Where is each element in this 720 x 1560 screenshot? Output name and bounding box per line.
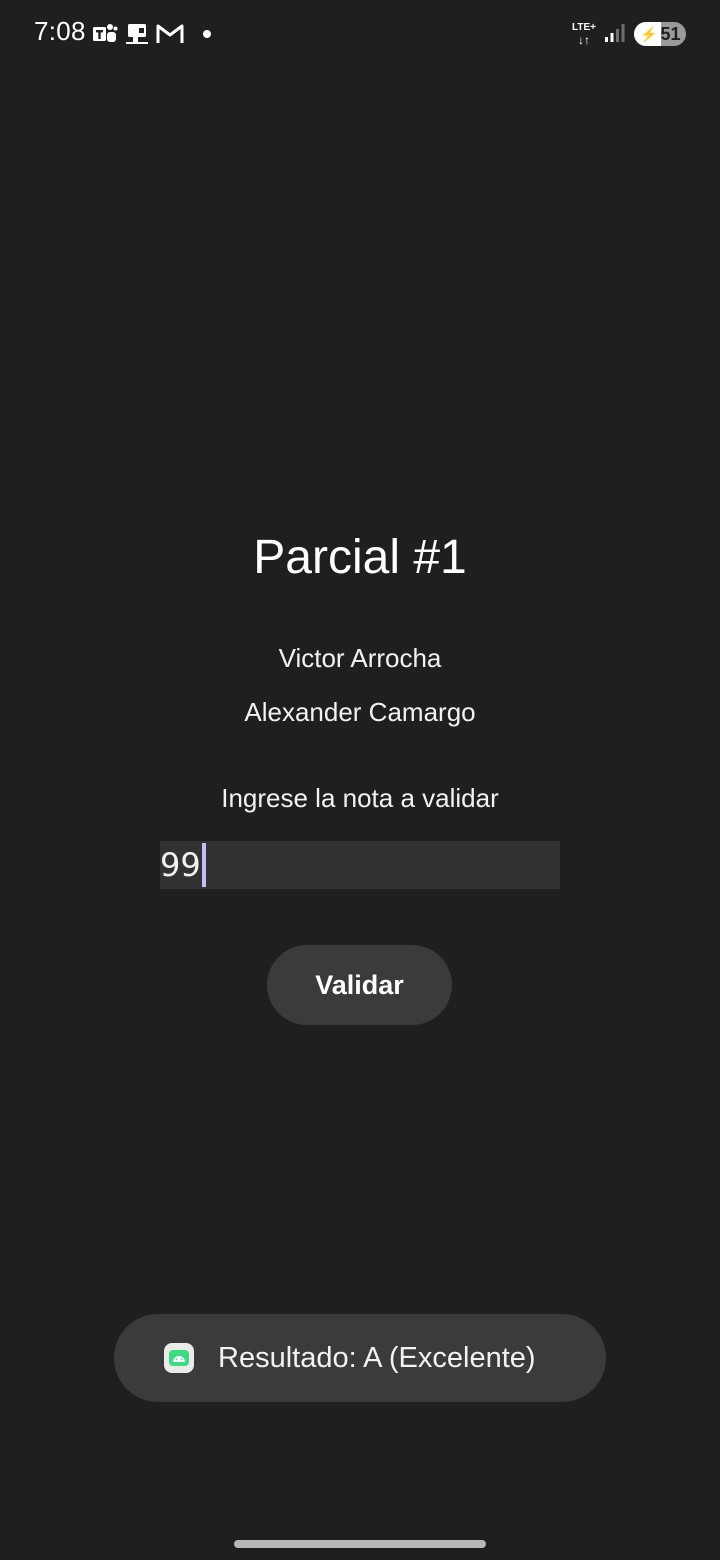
validate-button[interactable]: Validar [267, 945, 452, 1025]
signal-icon [604, 21, 626, 48]
lte-icon: LTE+ ↓↑ [572, 21, 596, 47]
page-title: Parcial #1 [253, 531, 467, 584]
grade-prompt-label: Ingrese la nota a validar [221, 783, 499, 813]
toast-message: Resultado: A (Excelente) [114, 1314, 606, 1402]
teams-icon [92, 22, 118, 46]
grade-input-value[interactable]: 99 [160, 849, 201, 881]
status-time: 7:08 [34, 16, 86, 46]
author-name: Alexander Camargo [244, 697, 476, 727]
text-cursor [201, 843, 206, 887]
gmail-icon [156, 23, 184, 45]
gesture-nav-bar[interactable] [234, 1540, 486, 1548]
toast-text: Resultado: A (Excelente) [218, 1341, 536, 1374]
network-type: LTE+ [572, 21, 596, 33]
notification-dot-icon [202, 29, 212, 39]
author-name: Victor Arrocha [278, 643, 442, 673]
system-icons: LTE+ ↓↑ ⚡ 51 [572, 18, 686, 50]
notification-icons [92, 18, 212, 50]
network-arrows: ↓↑ [578, 32, 590, 47]
grade-input[interactable]: 99 [160, 841, 560, 889]
charging-bolt-icon: ⚡ [640, 25, 658, 42]
status-bar: 7:08 LTE+ ↓↑ ⚡ 51 [0, 0, 720, 70]
battery-icon: ⚡ 51 [634, 22, 686, 46]
battery-level: 51 [660, 23, 681, 44]
toggl-icon [124, 22, 150, 46]
android-app-icon [164, 1343, 194, 1373]
